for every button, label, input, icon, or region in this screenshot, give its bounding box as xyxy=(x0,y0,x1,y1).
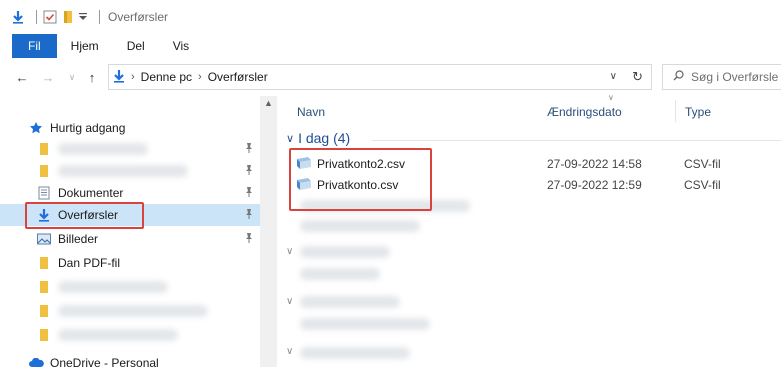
column-headers: Navn Ændringsdato Type xyxy=(282,96,781,126)
blurred-row xyxy=(300,220,420,232)
file-date: 27-09-2022 14:58 xyxy=(547,157,642,171)
highlight-box-nav xyxy=(25,202,144,229)
properties-checkbox-icon[interactable] xyxy=(43,10,57,24)
folder-icon xyxy=(36,163,52,179)
blurred-label xyxy=(58,143,148,155)
tab-hjem[interactable]: Hjem xyxy=(57,34,113,58)
sort-indicator-icon: ∨ xyxy=(608,93,614,102)
nav-label: Billeder xyxy=(58,232,99,246)
folder-icon xyxy=(36,141,52,157)
address-bar[interactable]: › Denne pc › Overførsler ∨ ↻ xyxy=(108,64,652,90)
documents-icon xyxy=(36,185,52,201)
navigation-pane: Hurtig adgang Dokumenter Overførsler Bil… xyxy=(0,96,260,367)
nav-item-blurred[interactable] xyxy=(0,160,260,182)
nav-item-blurred[interactable] xyxy=(0,300,260,322)
file-type: CSV-fil xyxy=(684,178,721,192)
arrow-left-icon: ← xyxy=(15,69,29,85)
highlight-box-files xyxy=(289,148,432,211)
download-arrow-icon[interactable] xyxy=(12,10,24,24)
chevron-right-icon: › xyxy=(131,71,135,83)
forward-button[interactable]: → xyxy=(38,66,58,88)
star-icon xyxy=(28,120,44,136)
recent-locations-button[interactable]: ∨ xyxy=(62,66,82,88)
folder-icon xyxy=(36,255,52,271)
column-header-name[interactable]: Navn xyxy=(297,105,325,119)
tab-fil[interactable]: Fil xyxy=(12,34,57,58)
new-folder-icon[interactable] xyxy=(63,10,73,24)
title-bar: Overførsler xyxy=(0,0,781,34)
blurred-group-header xyxy=(300,347,410,359)
blurred-label xyxy=(58,305,208,317)
blurred-group-header xyxy=(300,296,400,308)
chevron-down-icon[interactable]: ∨ xyxy=(286,296,293,307)
column-header-type[interactable]: Type xyxy=(685,105,711,119)
chevron-down-icon[interactable]: ∨ xyxy=(286,246,293,257)
pin-icon[interactable] xyxy=(244,142,254,157)
file-type: CSV-fil xyxy=(684,157,721,171)
blurred-group-header xyxy=(300,246,390,258)
pin-icon[interactable] xyxy=(244,186,254,201)
nav-label: Dokumenter xyxy=(58,186,124,200)
search-input[interactable]: Søg i Overførsle xyxy=(691,70,778,84)
folder-icon xyxy=(36,303,52,319)
column-header-date[interactable]: Ændringsdato xyxy=(547,105,622,119)
nav-item-create-pdf[interactable]: Dan PDF-fil xyxy=(0,252,260,274)
breadcrumb-downloads[interactable]: Overførsler xyxy=(208,70,268,84)
window-title: Overførsler xyxy=(108,10,168,24)
separator xyxy=(99,10,100,24)
up-button[interactable]: ↑ xyxy=(82,66,102,88)
nav-quick-access[interactable]: Hurtig adgang xyxy=(0,117,260,139)
group-label: I dag (4) xyxy=(298,130,351,146)
blurred-row xyxy=(300,318,430,330)
chevron-down-icon[interactable]: ∨ xyxy=(610,71,617,82)
nav-label: OneDrive - Personal xyxy=(50,356,159,367)
scroll-up-arrow-icon[interactable]: ▲ xyxy=(264,98,273,108)
chevron-down-icon: ∨ xyxy=(68,71,76,82)
arrow-up-icon: ↑ xyxy=(88,69,96,85)
cloud-icon xyxy=(28,355,44,367)
tab-del[interactable]: Del xyxy=(113,34,159,58)
separator xyxy=(36,10,37,24)
downloads-icon xyxy=(113,69,125,86)
customize-toolbar-icon[interactable] xyxy=(79,12,87,22)
nav-item-blurred[interactable] xyxy=(0,138,260,160)
address-row: ← → ∨ ↑ › Denne pc › Overførsler ∨ ↻ Søg… xyxy=(0,62,781,92)
breadcrumb-this-pc[interactable]: Denne pc xyxy=(141,70,192,84)
folder-icon xyxy=(36,279,52,295)
pictures-icon xyxy=(36,231,52,247)
nav-item-pictures[interactable]: Billeder xyxy=(0,228,260,250)
pin-icon[interactable] xyxy=(244,232,254,247)
blurred-row xyxy=(300,268,380,280)
group-divider xyxy=(372,140,781,141)
arrow-right-icon: → xyxy=(41,69,55,85)
blurred-label xyxy=(58,281,168,293)
column-divider[interactable] xyxy=(675,100,676,122)
nav-item-documents[interactable]: Dokumenter xyxy=(0,182,260,204)
pin-icon[interactable] xyxy=(244,164,254,179)
nav-scrollbar[interactable]: ▲ xyxy=(260,96,277,367)
group-header-today[interactable]: ∨ I dag (4) xyxy=(286,130,350,146)
blurred-label xyxy=(58,329,178,341)
ribbon-tabs: Fil Hjem Del Vis xyxy=(0,34,781,58)
pin-icon[interactable] xyxy=(244,208,254,223)
blurred-label xyxy=(58,165,188,177)
nav-label: Dan PDF-fil xyxy=(58,256,121,270)
search-icon xyxy=(673,70,684,84)
chevron-right-icon[interactable]: › xyxy=(198,71,202,83)
chevron-down-icon[interactable]: ∨ xyxy=(286,346,293,357)
search-box[interactable]: Søg i Overførsle xyxy=(662,64,781,90)
chevron-down-icon[interactable]: ∨ xyxy=(286,132,294,145)
folder-icon xyxy=(36,327,52,343)
nav-label: Hurtig adgang xyxy=(50,121,126,135)
nav-item-onedrive[interactable]: OneDrive - Personal xyxy=(0,352,260,367)
back-button[interactable]: ← xyxy=(12,66,32,88)
refresh-icon[interactable]: ↻ xyxy=(632,69,643,85)
tab-vis[interactable]: Vis xyxy=(159,34,203,58)
nav-item-blurred[interactable] xyxy=(0,324,260,346)
nav-item-blurred[interactable] xyxy=(0,276,260,298)
file-date: 27-09-2022 12:59 xyxy=(547,178,642,192)
